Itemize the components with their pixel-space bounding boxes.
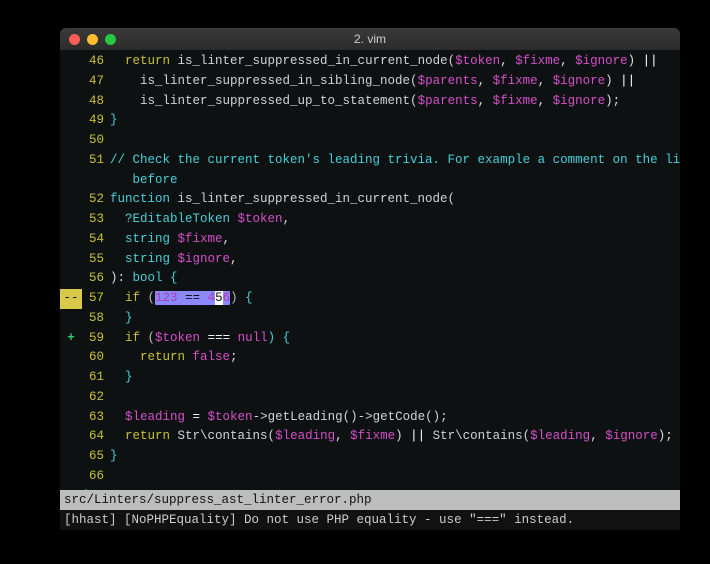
code-line: 47 is_linter_suppressed_in_sibling_node(… — [60, 72, 680, 92]
code-line: 64 return Str\contains($leading, $fixme)… — [60, 427, 680, 447]
titlebar: 2. vim — [60, 28, 680, 50]
code-line: 62 — [60, 388, 680, 408]
sign-added: + — [60, 329, 82, 349]
code-line: 61 } — [60, 368, 680, 388]
sign-modified: -- — [60, 289, 82, 309]
terminal-window: 2. vim 46 return is_linter_suppressed_in… — [60, 28, 680, 530]
code-line: 55 string $ignore, — [60, 250, 680, 270]
code[interactable]: return is_linter_suppressed_in_current_n… — [110, 52, 680, 72]
code-line: 46 return is_linter_suppressed_in_curren… — [60, 52, 680, 72]
window-title: 2. vim — [60, 32, 680, 46]
file-path: src/Linters/suppress_ast_linter_error.ph… — [64, 493, 372, 507]
status-bar: src/Linters/suppress_ast_linter_error.ph… — [60, 490, 680, 510]
code-line-wrap: before — [60, 171, 680, 191]
code-line: 60 return false; — [60, 348, 680, 368]
editor-area[interactable]: 46 return is_linter_suppressed_in_curren… — [60, 50, 680, 506]
code-line: 58 } — [60, 309, 680, 329]
code-line-modified: -- 57 if (123 == 456) { — [60, 289, 680, 309]
sign-column — [60, 52, 82, 72]
code-line: 50 — [60, 131, 680, 151]
command-line[interactable]: [hhast] [NoPHPEquality] Do not use PHP e… — [60, 510, 680, 530]
code-line: 52 function is_linter_suppressed_in_curr… — [60, 190, 680, 210]
code-line: 49 } — [60, 111, 680, 131]
lint-error-highlight: 123 == 456 — [155, 291, 230, 305]
lint-message: [hhast] [NoPHPEquality] Do not use PHP e… — [64, 513, 574, 527]
code-line: 51 // Check the current token's leading … — [60, 151, 680, 171]
code-line: 63 $leading = $token->getLeading()->getC… — [60, 408, 680, 428]
code-line: 54 string $fixme, — [60, 230, 680, 250]
code-line-added: + 59 if ($token === null) { — [60, 329, 680, 349]
code-line: 56 ): bool { — [60, 269, 680, 289]
line-number: 46 — [82, 52, 110, 72]
code-line: 48 is_linter_suppressed_up_to_statement(… — [60, 92, 680, 112]
code-line: 65 } — [60, 447, 680, 467]
code-line: 53 ?EditableToken $token, — [60, 210, 680, 230]
code-line: 66 — [60, 467, 680, 487]
